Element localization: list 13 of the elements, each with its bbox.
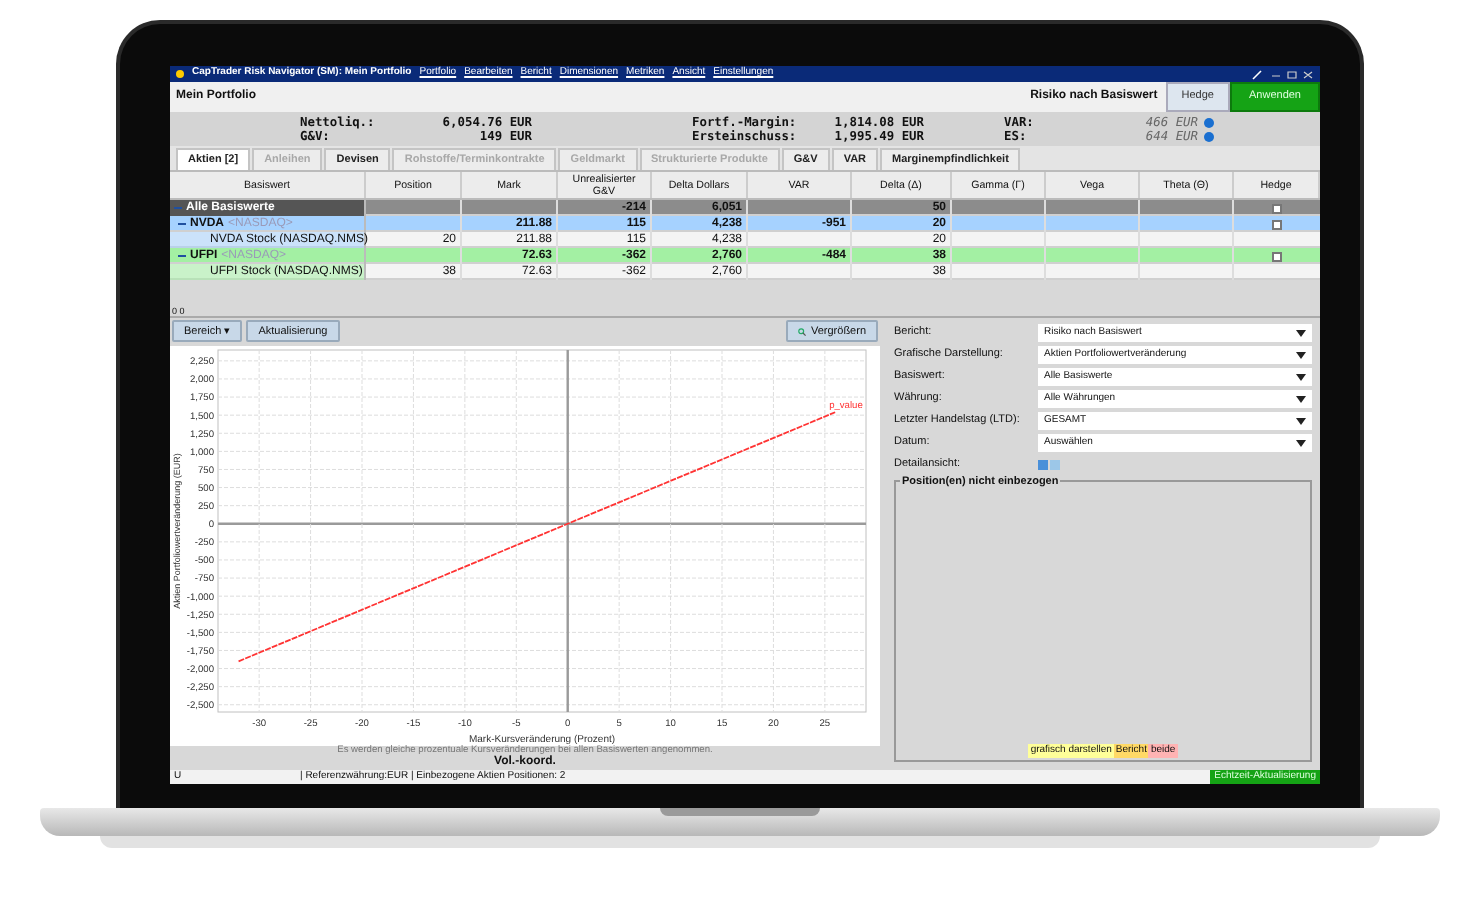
caret-icon <box>1296 417 1306 425</box>
pen-icon[interactable] <box>1252 69 1262 79</box>
hedge-checkbox[interactable] <box>1272 203 1282 213</box>
caret-icon <box>1296 439 1306 447</box>
caret-icon <box>1296 351 1306 359</box>
caret-icon <box>1296 329 1306 337</box>
hedge-checkbox[interactable] <box>1272 219 1282 229</box>
magnifier-icon <box>798 327 807 336</box>
caret-icon <box>1296 373 1306 381</box>
caret-icon <box>1296 395 1306 403</box>
hedge-checkbox[interactable] <box>1272 251 1282 261</box>
app-logo-icon <box>176 70 184 78</box>
window-controls-icon[interactable] <box>1270 69 1314 79</box>
